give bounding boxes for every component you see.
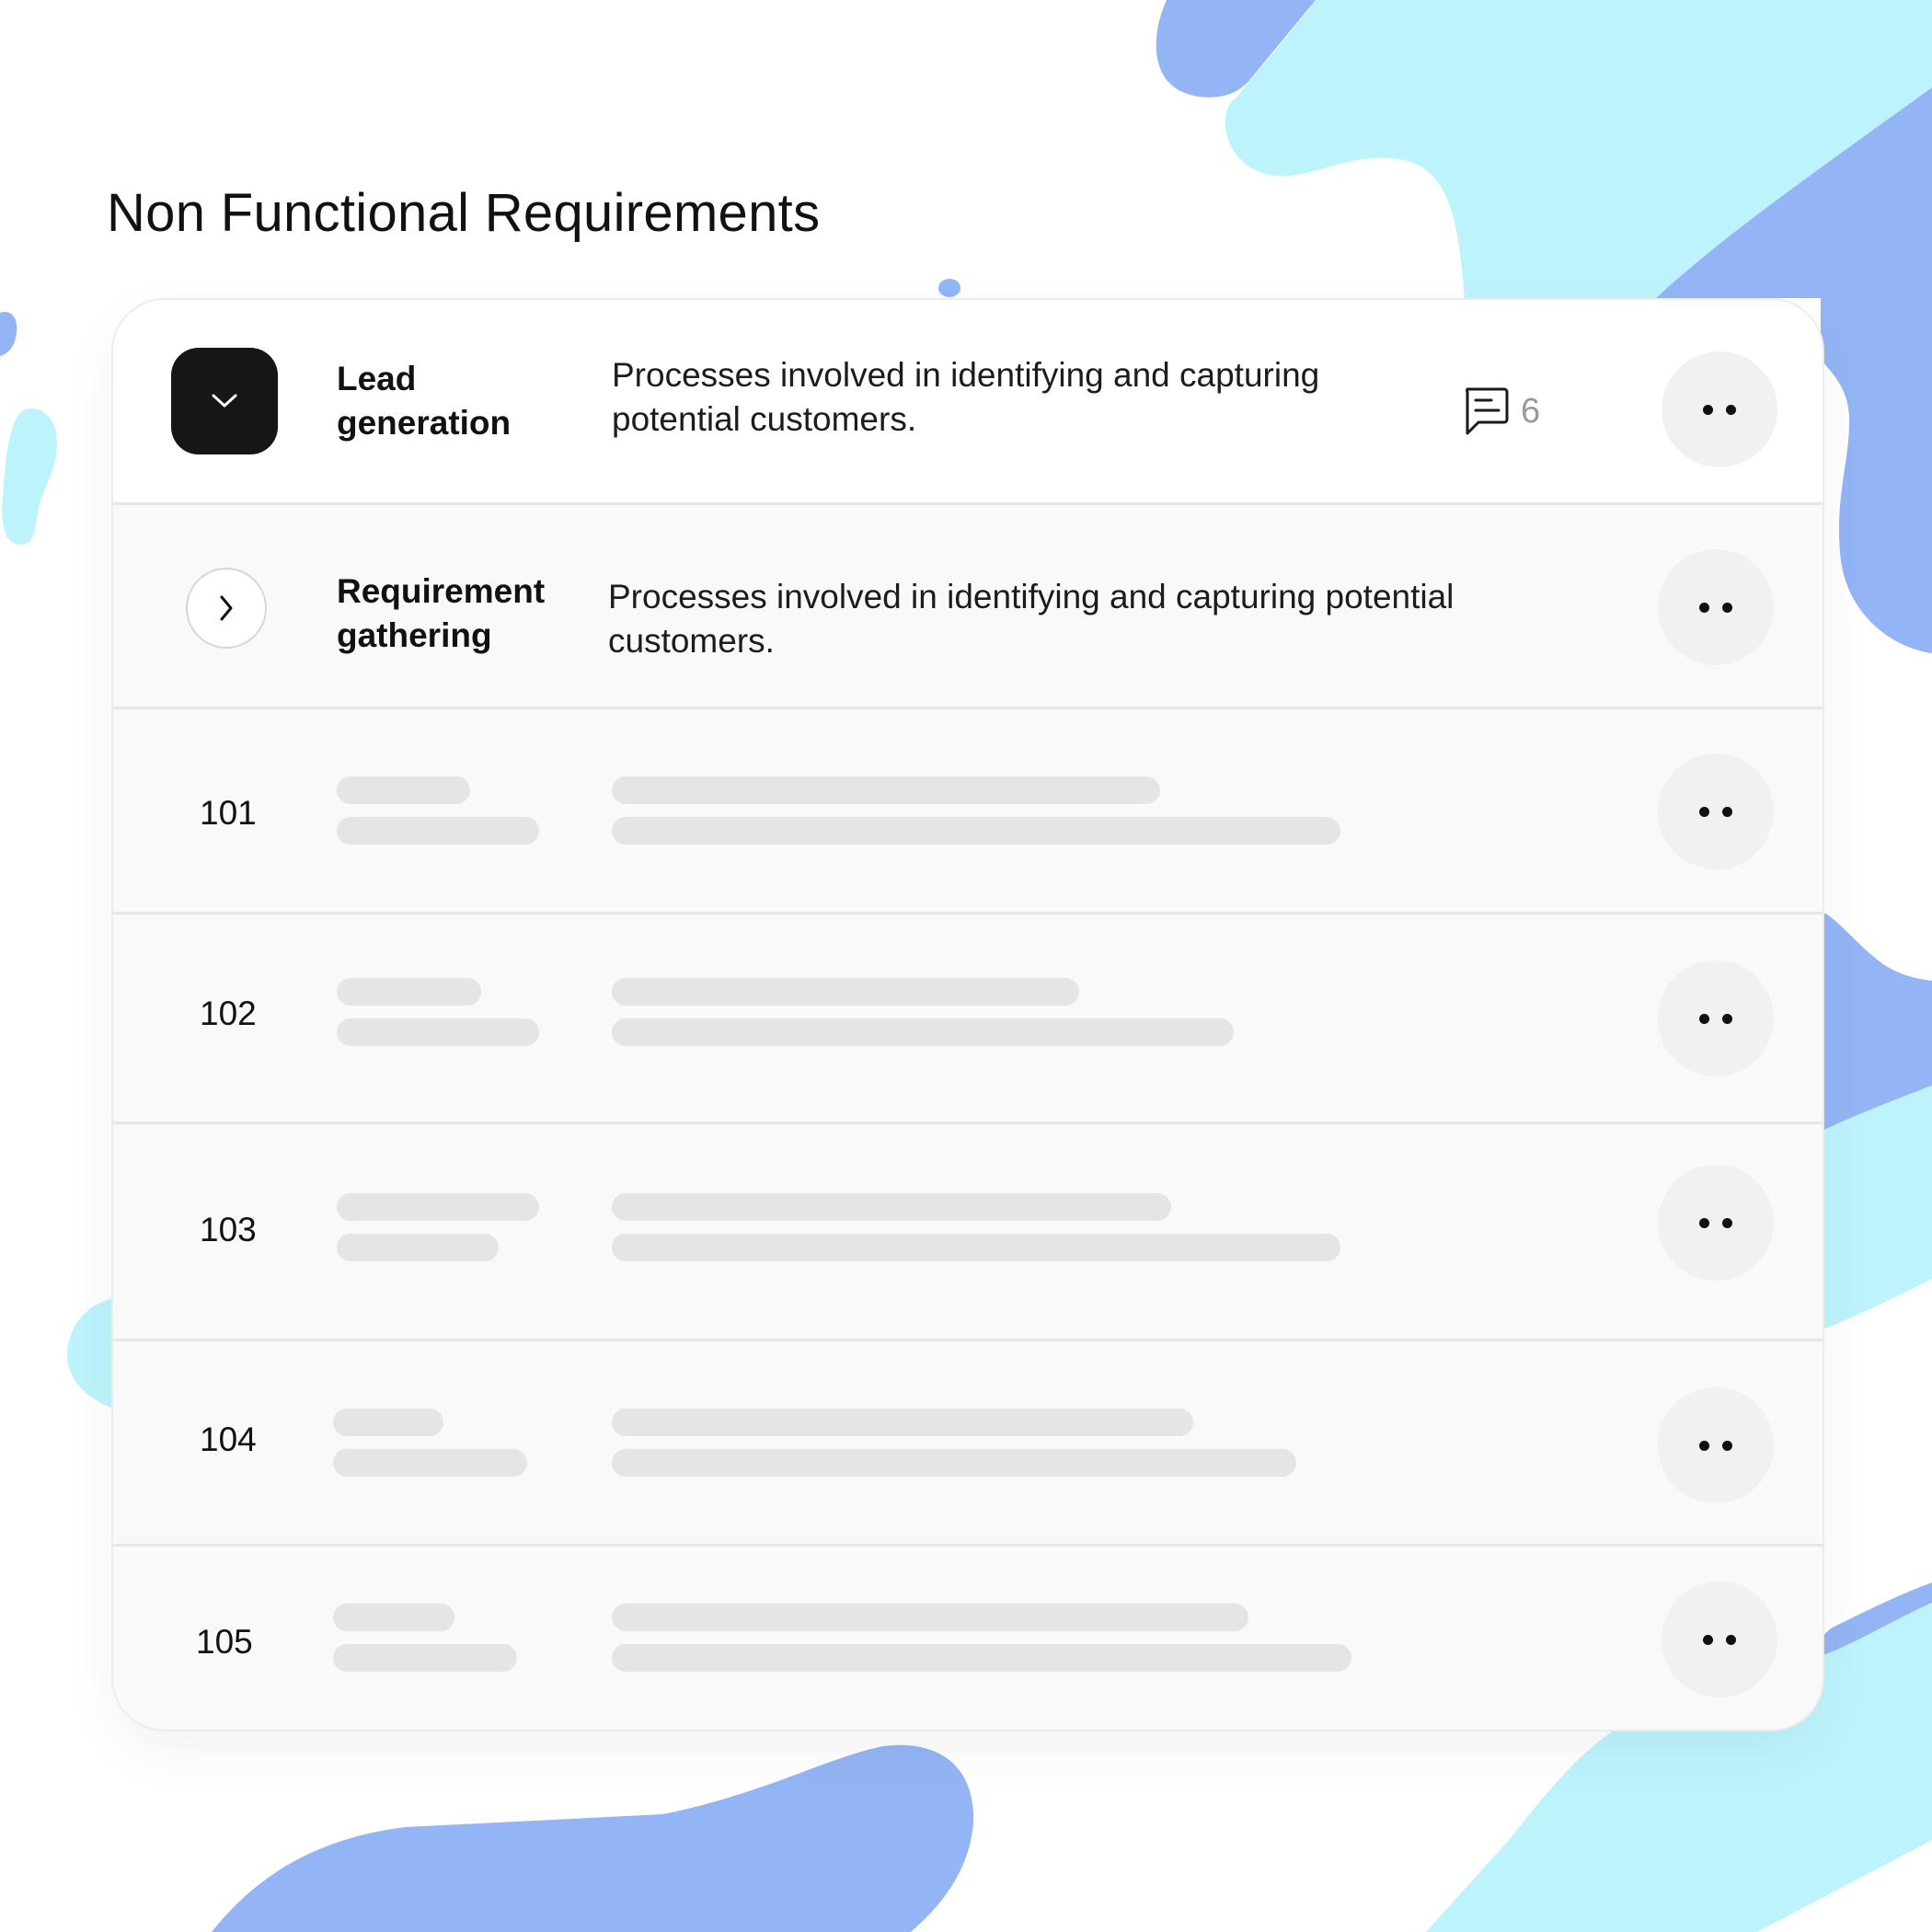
skeleton-title-line (333, 1449, 527, 1477)
skeleton-title-line (333, 1604, 454, 1631)
comments-button[interactable]: 6 (1462, 385, 1540, 437)
skeleton-description-line (612, 1409, 1193, 1436)
requirement-title-line: gathering (337, 616, 492, 654)
chevron-down-icon (212, 394, 237, 408)
more-options-icon (1699, 1440, 1709, 1451)
requirement-row-placeholder[interactable]: 101 (113, 709, 1823, 914)
more-options-icon (1699, 1013, 1709, 1024)
more-options-button[interactable] (1658, 1165, 1774, 1281)
requirement-id: 103 (200, 1211, 257, 1248)
requirement-row-placeholder[interactable]: 104 (113, 1341, 1823, 1547)
blob-left-cyan-2 (66, 1299, 111, 1408)
more-options-button[interactable] (1658, 960, 1774, 1076)
more-options-button[interactable] (1662, 351, 1777, 467)
more-options-icon (1699, 806, 1709, 817)
requirement-title: Requirement gathering (337, 569, 558, 658)
requirement-row-requirement-gathering[interactable]: Requirement gathering Processes involved… (113, 505, 1823, 709)
skeleton-description-line (612, 978, 1079, 1006)
skeleton-description-line (612, 1644, 1351, 1672)
skeleton-description-line (612, 1449, 1296, 1477)
skeleton-description-line (612, 1234, 1340, 1261)
requirement-id: 102 (200, 995, 257, 1032)
skeleton-title-line (337, 978, 481, 1006)
skeleton-title-line (337, 1193, 539, 1221)
requirement-title-line: generation (337, 404, 512, 442)
more-options-dot (1722, 1217, 1732, 1228)
skeleton-title-line (337, 1234, 499, 1261)
skeleton-description-line (612, 817, 1340, 845)
requirement-title: Lead generation (337, 357, 558, 445)
blob-left-blue (0, 312, 17, 356)
more-options-button[interactable] (1658, 549, 1774, 665)
comment-count: 6 (1521, 391, 1541, 431)
blob-dot-blue (938, 279, 960, 297)
skeleton-title-line (333, 1409, 443, 1436)
chevron-right-icon (220, 595, 233, 621)
expand-toggle-button[interactable] (171, 348, 278, 454)
more-options-icon (1703, 404, 1713, 415)
skeleton-description-line (612, 776, 1160, 804)
more-options-dot (1722, 1440, 1732, 1451)
requirement-row-placeholder[interactable]: 102 (113, 914, 1823, 1124)
more-options-dot (1726, 404, 1736, 415)
skeleton-title-line (337, 817, 539, 845)
more-options-button[interactable] (1662, 1581, 1777, 1697)
requirement-row-placeholder[interactable]: 103 (113, 1124, 1823, 1341)
skeleton-title-line (337, 1018, 539, 1046)
page-title: Non Functional Requirements (107, 183, 821, 243)
more-options-icon (1699, 1217, 1709, 1228)
requirement-description: Processes involved in identifying and ca… (612, 353, 1421, 442)
requirement-description-line: Processes involved in identifying and ca… (612, 356, 1320, 394)
requirement-description-line: potential customers. (612, 400, 917, 438)
requirement-id: 105 (196, 1623, 253, 1661)
more-options-dot (1722, 602, 1732, 613)
blob-left-cyan (2, 408, 57, 546)
skeleton-title-line (333, 1644, 517, 1672)
requirement-id: 101 (200, 794, 257, 832)
requirement-title-line: Lead (337, 360, 417, 397)
skeleton-description-line (612, 1193, 1171, 1221)
requirement-description: Processes involved in identifying and ca… (608, 575, 1491, 663)
skeleton-description-line (612, 1604, 1248, 1631)
requirement-row-placeholder[interactable]: 105 (113, 1547, 1823, 1730)
more-options-button[interactable] (1658, 1387, 1774, 1503)
blob-bottom-center-blue (212, 1744, 974, 1932)
skeleton-description-line (612, 1018, 1234, 1046)
more-options-dot (1726, 1634, 1736, 1645)
requirement-row-lead-generation[interactable]: Lead generation Processes involved in id… (113, 300, 1823, 505)
expand-toggle-button[interactable] (186, 568, 267, 649)
more-options-dot (1722, 1013, 1732, 1024)
more-options-dot (1722, 806, 1732, 817)
requirement-description-line: Processes involved in identifying and ca… (608, 578, 1455, 615)
requirement-description-line: customers. (608, 622, 775, 660)
more-options-button[interactable] (1658, 753, 1774, 869)
requirement-id: 104 (200, 1420, 257, 1458)
skeleton-title-line (337, 776, 470, 804)
comment-icon (1466, 387, 1509, 435)
more-options-icon (1699, 602, 1709, 613)
requirements-card: Lead generation Processes involved in id… (111, 298, 1824, 1731)
requirement-title-line: Requirement (337, 572, 546, 610)
more-options-icon (1703, 1634, 1713, 1645)
